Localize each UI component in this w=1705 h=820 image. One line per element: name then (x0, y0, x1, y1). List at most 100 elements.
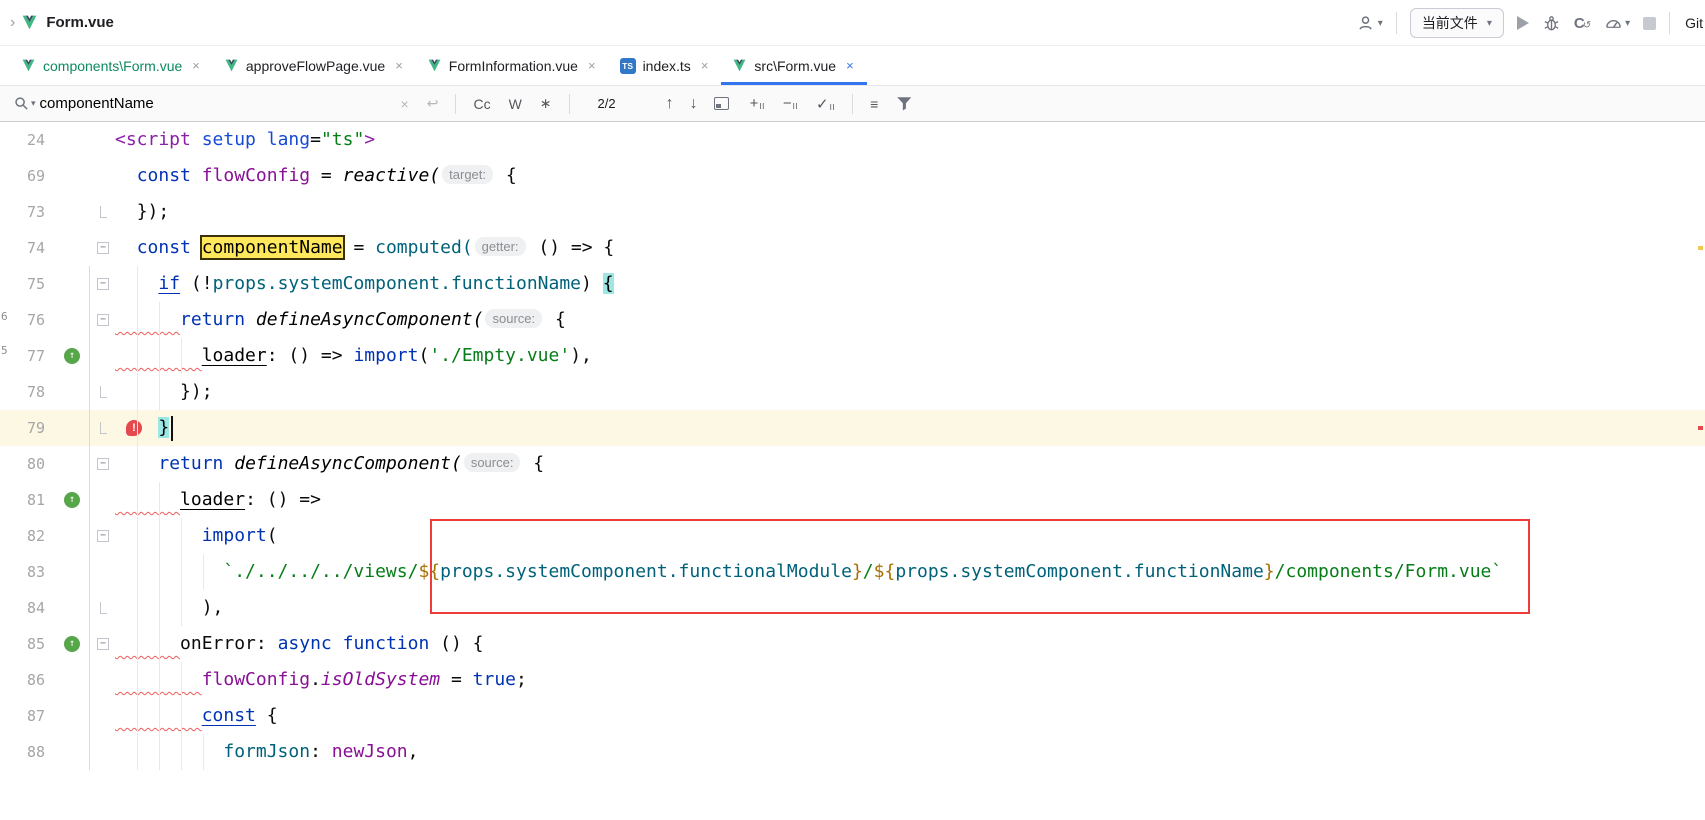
debug-icon[interactable] (1542, 14, 1561, 33)
open-in-window-icon[interactable] (714, 97, 729, 110)
gutter[interactable]: 80− (0, 446, 115, 482)
code-line[interactable]: 85↑− onError: async function () { (0, 626, 1705, 662)
run-configuration-selector[interactable]: 当前文件 ▾ (1410, 8, 1504, 38)
close-icon[interactable]: × (588, 58, 596, 73)
fold-end-icon[interactable] (100, 386, 107, 398)
gutter[interactable]: 77↑ (0, 338, 115, 374)
remove-occurrence-button[interactable]: − II (783, 95, 798, 112)
gutter[interactable]: 87 (0, 698, 115, 734)
gutter-green-icon[interactable]: ↑ (64, 492, 80, 508)
fold-end-icon[interactable] (100, 206, 107, 218)
fold-collapse-icon[interactable]: − (97, 638, 109, 650)
line-number: 73 (0, 194, 45, 230)
gutter[interactable]: 81↑ (0, 482, 115, 518)
tab-src-form-vue[interactable]: src\Form.vue × (721, 46, 866, 85)
gutter[interactable]: 24 (0, 122, 115, 158)
gutter[interactable]: 73 (0, 194, 115, 230)
code-line[interactable]: 77↑ loader: () => import('./Empty.vue'), (0, 338, 1705, 374)
code-token (245, 309, 256, 330)
fold-collapse-icon[interactable]: − (97, 278, 109, 290)
match-case-toggle[interactable]: Cc (473, 96, 490, 112)
gutter[interactable]: 83 (0, 554, 115, 590)
code-line[interactable]: 78 }); (0, 374, 1705, 410)
fold-collapse-icon[interactable]: − (97, 530, 109, 542)
profiler-icon[interactable]: ▾ (1604, 14, 1630, 33)
add-occurrence-button[interactable]: + II (750, 95, 765, 112)
code-line[interactable]: 84 ), (0, 590, 1705, 626)
git-menu[interactable]: Git (1685, 15, 1703, 31)
search-input[interactable]: componentName (40, 95, 392, 112)
coverage-icon[interactable]: C ↺ (1574, 15, 1591, 32)
code-token: ), (570, 345, 592, 366)
code-line[interactable]: 81↑ loader: () => (0, 482, 1705, 518)
code-token (115, 525, 202, 546)
previous-match-button[interactable]: ↑ (666, 95, 674, 113)
code-line[interactable]: 82− import( (0, 518, 1705, 554)
next-match-button[interactable]: ↓ (690, 95, 698, 113)
gutter[interactable]: 82− (0, 518, 115, 554)
code-text: import( (115, 518, 1705, 554)
tab-approveflowpage-vue[interactable]: approveFlowPage.vue × (213, 46, 416, 85)
gutter[interactable]: 74− (0, 230, 115, 266)
code-token: ${ (418, 561, 440, 582)
tab-index-ts[interactable]: TS index.ts × (609, 46, 722, 85)
search-icon[interactable] (14, 96, 29, 111)
code-line[interactable]: 87 const { (0, 698, 1705, 734)
code-line[interactable]: 80− return defineAsyncComponent(source: … (0, 446, 1705, 482)
fold-end-icon[interactable] (100, 602, 107, 614)
fold-collapse-icon[interactable]: − (97, 242, 109, 254)
gutter-green-icon[interactable]: ↑ (64, 636, 80, 652)
view-options-icon[interactable]: ≡ (870, 96, 878, 112)
code-with-me-icon[interactable]: ▾ (1357, 14, 1383, 33)
gutter-green-icon[interactable]: ↑ (64, 348, 80, 364)
gutter[interactable]: 85↑− (0, 626, 115, 662)
code-line[interactable]: 69 const flowConfig = reactive(target: { (0, 158, 1705, 194)
code-token: if (158, 273, 180, 294)
code-token: / (863, 561, 874, 582)
indent-warning (115, 633, 180, 654)
error-icon[interactable]: ! (126, 420, 142, 436)
run-button[interactable] (1517, 16, 1529, 30)
gutter[interactable]: 79 (0, 410, 115, 446)
gutter[interactable]: 86 (0, 662, 115, 698)
clear-search-icon[interactable]: × (401, 96, 409, 112)
close-icon[interactable]: × (395, 58, 403, 73)
vue-logo-icon (21, 15, 38, 30)
regex-toggle[interactable]: ∗ (540, 95, 552, 112)
code-token (115, 237, 137, 258)
newline-icon[interactable]: ↩ (427, 95, 439, 112)
code-line[interactable]: 79 }! (0, 410, 1705, 446)
close-icon[interactable]: × (192, 58, 200, 73)
code-editor[interactable]: 24<script setup lang="ts">69 const flowC… (0, 122, 1705, 820)
code-line[interactable]: 24<script setup lang="ts"> (0, 122, 1705, 158)
code-line[interactable]: 83 `./../../../views/${props.systemCompo… (0, 554, 1705, 590)
filter-icon[interactable] (897, 97, 911, 111)
code-line[interactable]: 76− return defineAsyncComponent(source: … (0, 302, 1705, 338)
code-line[interactable]: 74− const componentName = computed(gette… (0, 230, 1705, 266)
code-token: ), (202, 597, 224, 618)
fold-collapse-icon[interactable]: − (97, 458, 109, 470)
line-number: 79 (0, 410, 45, 446)
tab-forminformation-vue[interactable]: FormInformation.vue × (416, 46, 609, 85)
fold-collapse-icon[interactable]: − (97, 314, 109, 326)
fold-end-icon[interactable] (100, 422, 107, 434)
gutter[interactable]: 76− (0, 302, 115, 338)
code-line[interactable]: 75− if (!props.systemComponent.functionN… (0, 266, 1705, 302)
close-icon[interactable]: × (701, 58, 709, 73)
gutter[interactable]: 69 (0, 158, 115, 194)
chevron-down-icon[interactable]: ▾ (31, 98, 36, 109)
code-line[interactable]: 88 formJson: newJson, (0, 734, 1705, 770)
tab-components-form-vue[interactable]: components\Form.vue × (10, 46, 213, 85)
code-line[interactable]: 73 }); (0, 194, 1705, 230)
whole-words-toggle[interactable]: W (509, 96, 522, 112)
indent-warning (115, 489, 180, 510)
select-all-occurrences-button[interactable]: ✓ II (816, 95, 835, 113)
stop-button[interactable] (1643, 17, 1656, 30)
gutter[interactable]: 84 (0, 590, 115, 626)
close-icon[interactable]: × (846, 58, 854, 73)
code-line[interactable]: 86 flowConfig.isOldSystem = true; (0, 662, 1705, 698)
chevron-down-icon: ▾ (1487, 18, 1492, 29)
gutter[interactable]: 78 (0, 374, 115, 410)
gutter[interactable]: 88 (0, 734, 115, 770)
gutter[interactable]: 75− (0, 266, 115, 302)
